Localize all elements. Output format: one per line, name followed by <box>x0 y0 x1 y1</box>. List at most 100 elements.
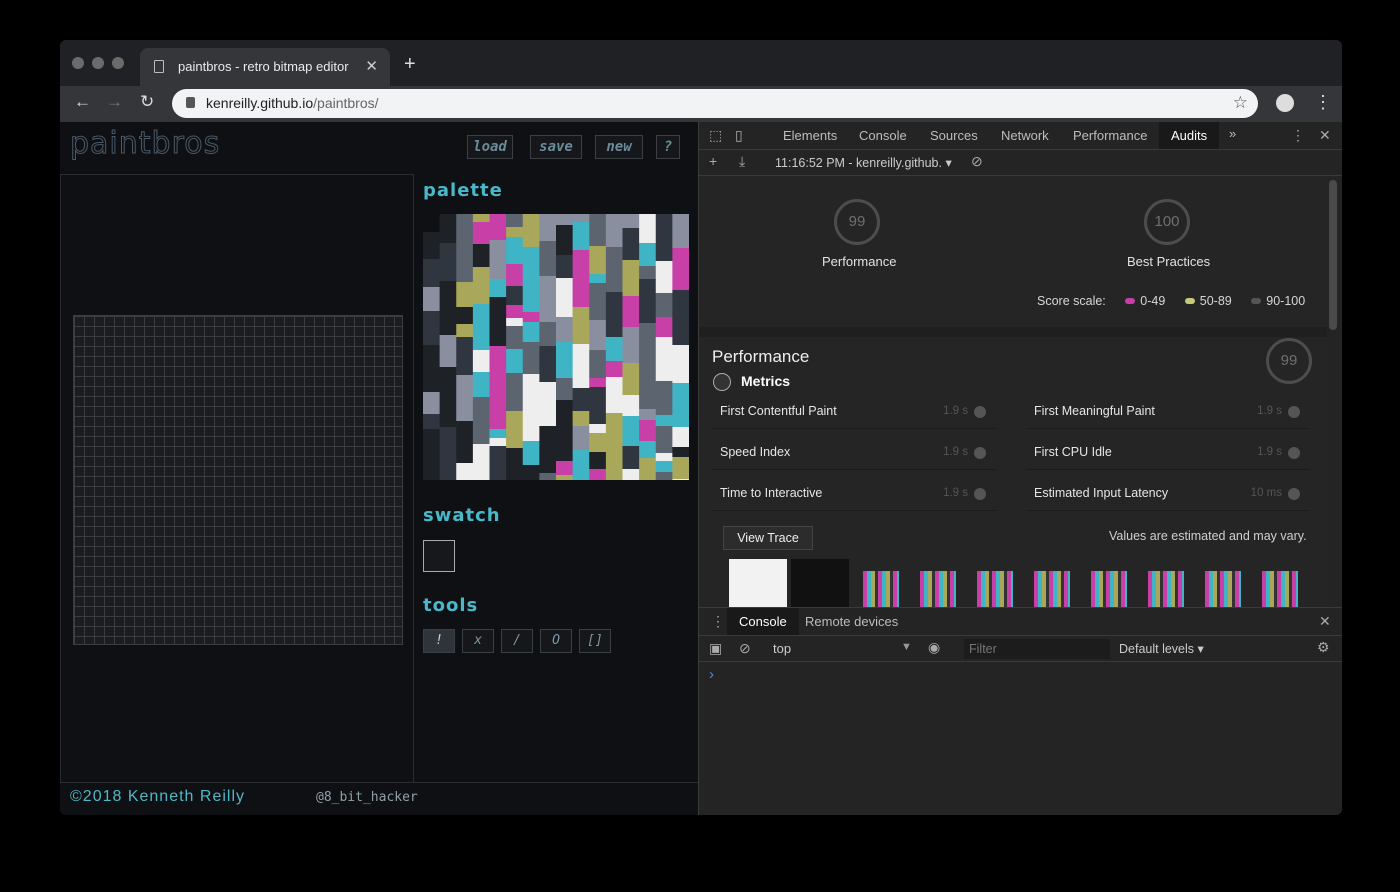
palette-cell[interactable] <box>522 342 540 374</box>
palette-cell[interactable] <box>655 293 673 303</box>
reload-icon[interactable]: ↻ <box>140 92 154 112</box>
palette-cell[interactable] <box>672 248 689 290</box>
palette-cell[interactable] <box>556 278 573 317</box>
palette-cell[interactable] <box>456 214 474 241</box>
palette-cell[interactable] <box>572 388 590 411</box>
tool-line[interactable]: / <box>501 629 533 653</box>
palette-cell[interactable] <box>556 378 573 400</box>
palette-cell[interactable] <box>423 276 440 287</box>
palette-cell[interactable] <box>639 420 657 441</box>
palette-cell[interactable] <box>556 342 573 378</box>
palette-cell[interactable] <box>589 320 607 350</box>
palette-cell[interactable] <box>639 441 657 458</box>
help-button[interactable]: ? <box>656 135 680 159</box>
tab-console[interactable]: Console <box>859 128 907 143</box>
console-prompt-icon[interactable]: › <box>709 666 714 683</box>
new-tab-button[interactable]: + <box>404 53 416 76</box>
palette-cell[interactable] <box>506 305 524 318</box>
palette-cell[interactable] <box>655 261 673 293</box>
log-levels-select[interactable]: Default levels ▾ <box>1119 641 1204 656</box>
palette-cell[interactable] <box>589 246 607 274</box>
palette-cell[interactable] <box>506 349 524 373</box>
palette-cell[interactable] <box>655 453 673 461</box>
palette-cell[interactable] <box>472 304 490 350</box>
palette-cell[interactable] <box>439 427 457 451</box>
palette-cell[interactable] <box>472 267 490 304</box>
palette-cell[interactable] <box>439 451 457 480</box>
sidebar-toggle-icon[interactable]: ▣ <box>709 640 722 657</box>
palette-cell[interactable] <box>589 228 607 246</box>
palette-cell[interactable] <box>622 214 640 228</box>
palette-cell[interactable] <box>589 283 607 320</box>
palette-cell[interactable] <box>556 225 573 255</box>
palette-cell[interactable] <box>672 427 689 447</box>
view-trace-button[interactable]: View Trace <box>723 526 813 550</box>
palette-cell[interactable] <box>539 473 557 480</box>
palette-cell[interactable] <box>589 387 607 424</box>
palette-cell[interactable] <box>489 429 507 438</box>
palette-cell[interactable] <box>522 465 540 480</box>
palette-cell[interactable] <box>489 279 507 297</box>
palette-cell[interactable] <box>605 214 623 247</box>
palette-cell[interactable] <box>506 227 524 237</box>
palette-cell[interactable] <box>572 344 590 388</box>
palette-cell[interactable] <box>522 247 540 269</box>
palette-cell[interactable] <box>572 307 590 344</box>
tab-close-icon[interactable]: ✕ <box>365 57 378 75</box>
palette-cell[interactable] <box>506 264 524 286</box>
palette-cell[interactable] <box>589 424 607 433</box>
palette-cell[interactable] <box>672 290 689 298</box>
report-scrollbar[interactable] <box>1329 180 1337 330</box>
palette-cell[interactable] <box>655 461 673 472</box>
palette-cell[interactable] <box>456 282 474 307</box>
palette-cell[interactable] <box>572 450 590 480</box>
palette-cell[interactable] <box>439 292 457 335</box>
clear-reports-icon[interactable]: ⊘ <box>971 153 983 170</box>
palette-cell[interactable] <box>572 273 590 307</box>
palette-cell[interactable] <box>489 346 507 388</box>
palette-cell[interactable] <box>605 292 623 337</box>
new-button[interactable]: new <box>595 135 643 159</box>
palette-cell[interactable] <box>539 241 557 276</box>
palette-cell[interactable] <box>439 214 457 243</box>
bitmap-canvas[interactable] <box>73 315 403 645</box>
account-icon[interactable] <box>1276 94 1294 112</box>
palette-cell[interactable] <box>622 395 640 416</box>
tool-eraser[interactable]: x <box>462 629 494 653</box>
best-practices-gauge[interactable]: 100 <box>1144 199 1190 245</box>
devtools-close-icon[interactable]: ✕ <box>1319 127 1331 144</box>
palette-cell[interactable] <box>539 322 557 346</box>
palette-cell[interactable] <box>456 324 474 337</box>
palette-cell[interactable] <box>622 327 640 363</box>
palette-cell[interactable] <box>639 279 657 323</box>
palette-cell[interactable] <box>639 458 657 480</box>
palette-cell[interactable] <box>672 383 689 427</box>
palette-cell[interactable] <box>472 397 490 444</box>
palette-cell[interactable] <box>589 378 607 387</box>
palette-cell[interactable] <box>655 303 673 317</box>
palette-cell[interactable] <box>423 414 440 429</box>
palette-cell[interactable] <box>522 374 540 397</box>
palette-cell[interactable] <box>605 413 623 459</box>
palette-cell[interactable] <box>539 276 557 322</box>
palette-cell[interactable] <box>622 363 640 395</box>
palette-cell[interactable] <box>672 447 689 457</box>
palette-cell[interactable] <box>572 426 590 450</box>
palette-cell[interactable] <box>456 421 474 463</box>
palette-cell[interactable] <box>672 479 689 480</box>
tab-elements[interactable]: Elements <box>783 128 837 143</box>
palette-cell[interactable] <box>423 287 440 311</box>
palette-cell[interactable] <box>639 323 657 367</box>
window-minimize-dot[interactable] <box>92 57 104 69</box>
palette-cell[interactable] <box>506 448 524 480</box>
browser-tab[interactable]: paintbros - retro bitmap editor ✕ <box>140 48 390 86</box>
palette-cell[interactable] <box>572 411 590 426</box>
performance-gauge[interactable]: 99 <box>834 199 880 245</box>
palette-cell[interactable] <box>423 345 440 362</box>
new-audit-icon[interactable]: + <box>709 153 717 169</box>
download-report-icon[interactable]: ⤓ <box>739 153 745 170</box>
palette-cell[interactable] <box>639 409 657 420</box>
palette-cell[interactable] <box>589 469 607 480</box>
palette-cell[interactable] <box>489 446 507 480</box>
palette-cell[interactable] <box>639 266 657 279</box>
